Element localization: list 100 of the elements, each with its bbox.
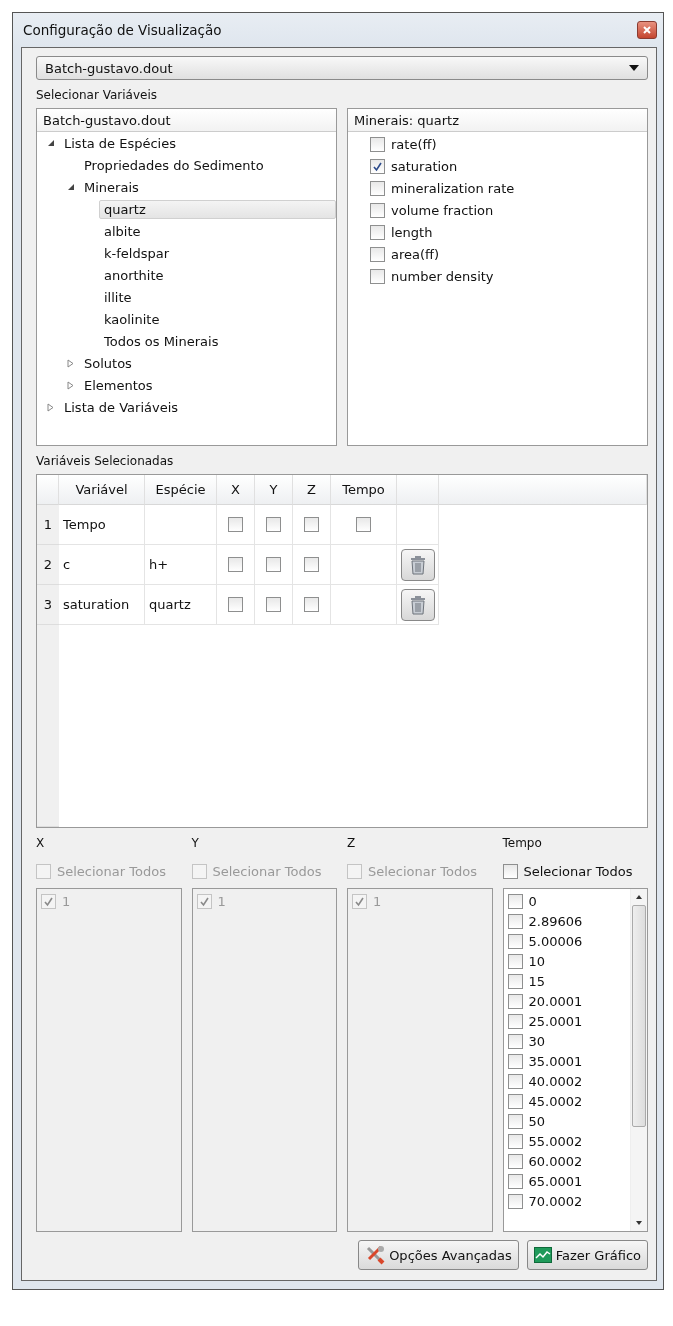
- checkbox-label: 0: [528, 893, 537, 909]
- table-cell: Tempo: [59, 505, 145, 545]
- checkbox-label: 40.0002: [528, 1073, 583, 1089]
- tree-item[interactable]: quartz: [99, 199, 336, 219]
- checkbox[interactable]: [507, 1193, 523, 1209]
- checkbox-label: Selecionar Todos: [57, 863, 166, 879]
- checkbox[interactable]: [507, 993, 523, 1009]
- expanded-arrow-icon[interactable]: [67, 183, 75, 191]
- column-header: Z: [293, 475, 331, 505]
- checkbox[interactable]: [228, 557, 243, 572]
- checkbox[interactable]: [370, 246, 385, 262]
- checkbox-label: 2.89606: [528, 913, 583, 929]
- collapsed-arrow-icon[interactable]: [67, 358, 75, 368]
- trash-icon: [408, 594, 427, 615]
- checkbox[interactable]: [507, 953, 523, 969]
- axis-label: Tempo: [502, 836, 543, 852]
- tree-item[interactable]: kaolinite: [99, 309, 165, 329]
- checkbox-label: 30: [528, 1033, 546, 1049]
- checkbox-label: 5.00006: [528, 933, 583, 949]
- column-header: Y: [255, 475, 293, 505]
- checkbox-label: 1: [217, 893, 226, 909]
- axis-label: X: [36, 836, 46, 852]
- table-cell: saturation: [59, 585, 145, 625]
- tree-item[interactable]: Minerais: [79, 177, 144, 197]
- checkbox[interactable]: [356, 517, 371, 532]
- tree-item[interactable]: anorthite: [99, 265, 169, 285]
- checkbox-label: volume fraction: [391, 202, 494, 218]
- checkbox[interactable]: [370, 202, 385, 218]
- checkbox[interactable]: [266, 557, 281, 572]
- tools-icon: [365, 1245, 386, 1265]
- action-button[interactable]: Fazer Gráfico: [526, 1240, 648, 1270]
- checkbox-label: length: [391, 224, 433, 240]
- tree-item[interactable]: Lista de Espécies: [59, 133, 181, 153]
- checkbox[interactable]: [304, 597, 319, 612]
- close-icon: [643, 26, 651, 34]
- checkbox-label: 1: [62, 893, 71, 909]
- window-title: Configuração de Visualização: [23, 22, 222, 38]
- checkbox-label: 20.0001: [528, 993, 583, 1009]
- row-number: 2: [37, 545, 59, 585]
- table-cell: c: [59, 545, 145, 585]
- checkbox[interactable]: [507, 1173, 523, 1189]
- tree-item[interactable]: Propriedades do Sedimento: [79, 155, 269, 175]
- column-header: Tempo: [331, 475, 397, 505]
- column-header: Variável: [59, 475, 145, 505]
- checkbox[interactable]: [507, 1033, 523, 1049]
- collapsed-arrow-icon[interactable]: [47, 402, 55, 412]
- checkbox[interactable]: [228, 597, 243, 612]
- row-number: 3: [37, 585, 59, 625]
- checkbox-label: 70.0002: [528, 1193, 583, 1209]
- checkbox[interactable]: [502, 863, 518, 879]
- checkbox[interactable]: [507, 1053, 523, 1069]
- checkbox[interactable]: [266, 517, 281, 532]
- checkbox-label: 35.0001: [528, 1053, 583, 1069]
- checkbox[interactable]: [507, 1013, 523, 1029]
- checkbox-label: area(ff): [391, 246, 440, 262]
- chart-icon: [533, 1247, 552, 1263]
- checkbox[interactable]: [507, 1093, 523, 1109]
- checkbox[interactable]: [507, 1113, 523, 1129]
- checkbox[interactable]: [304, 557, 319, 572]
- section-label: Variáveis Selecionadas: [36, 454, 175, 468]
- tree-item[interactable]: albite: [99, 221, 146, 241]
- checkbox[interactable]: [507, 913, 523, 929]
- checkbox[interactable]: [507, 893, 523, 909]
- axis-label: Z: [347, 836, 357, 852]
- checkbox-label: 45.0002: [528, 1093, 583, 1109]
- checkbox[interactable]: [507, 933, 523, 949]
- checkbox[interactable]: [370, 180, 385, 196]
- close-button[interactable]: [637, 21, 657, 39]
- checkbox-label: saturation: [391, 158, 458, 174]
- checkbox[interactable]: [370, 224, 385, 240]
- checkbox[interactable]: [507, 973, 523, 989]
- expanded-arrow-icon[interactable]: [47, 139, 55, 147]
- checkbox[interactable]: [266, 597, 281, 612]
- tree-item[interactable]: Elementos: [79, 375, 158, 395]
- checkbox[interactable]: [507, 1153, 523, 1169]
- tree-item[interactable]: Lista de Variáveis: [59, 397, 184, 417]
- tree-item[interactable]: illite: [99, 287, 137, 307]
- checkbox-label: Selecionar Todos: [212, 863, 322, 879]
- checkbox-label: 25.0001: [528, 1013, 583, 1029]
- tree-item[interactable]: k-feldspar: [99, 243, 174, 263]
- file-dropdown[interactable]: Batch-gustavo.dout: [36, 56, 648, 80]
- scrollbar[interactable]: [630, 889, 647, 1231]
- checkbox-label: 15: [528, 973, 546, 989]
- checkbox[interactable]: [507, 1133, 523, 1149]
- checkbox-label: 60.0002: [528, 1153, 583, 1169]
- checkbox-label: mineralization rate: [391, 180, 515, 196]
- checkbox[interactable]: [370, 158, 385, 174]
- checkbox[interactable]: [370, 268, 385, 284]
- checkbox[interactable]: [370, 136, 385, 152]
- action-button[interactable]: Opções Avançadas: [358, 1240, 519, 1270]
- checkbox[interactable]: [228, 517, 243, 532]
- tree-item[interactable]: Solutos: [79, 353, 137, 373]
- checkbox[interactable]: [507, 1073, 523, 1089]
- table-cell: h+: [145, 545, 217, 585]
- checkbox-label: rate(ff): [391, 136, 437, 152]
- axis-label: Y: [191, 836, 200, 852]
- checkbox[interactable]: [304, 517, 319, 532]
- column-header: X: [217, 475, 255, 505]
- collapsed-arrow-icon[interactable]: [67, 380, 75, 390]
- tree-item[interactable]: Todos os Minerais: [99, 331, 224, 351]
